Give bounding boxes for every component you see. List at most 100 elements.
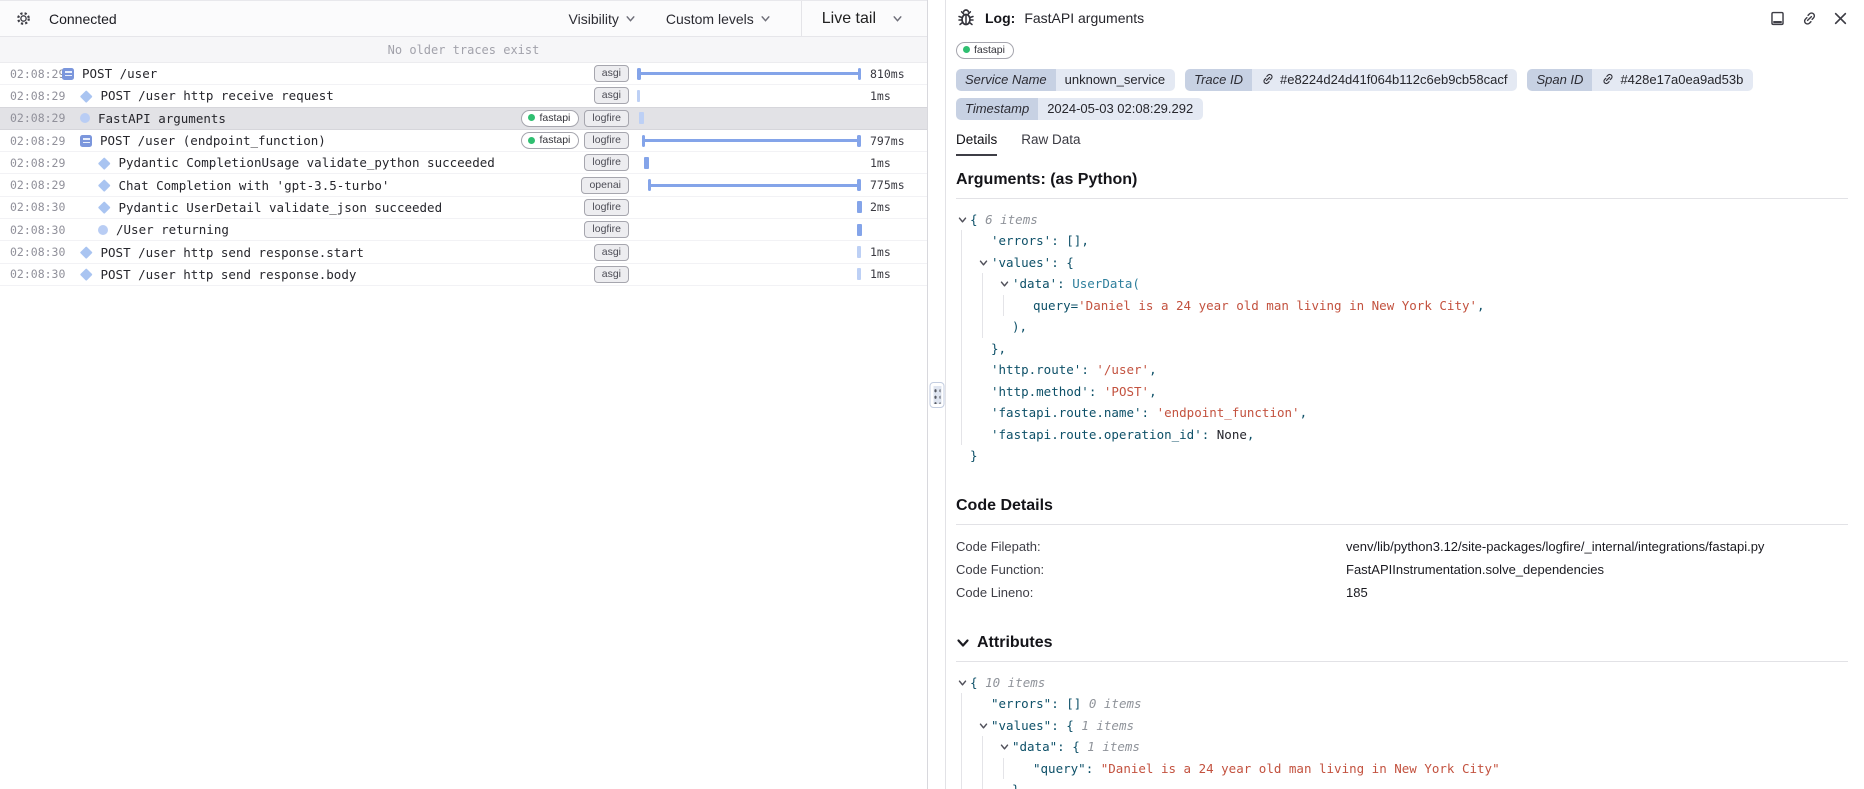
divider-line: [956, 198, 1848, 199]
chip-value: #428e17a0ea9ad53b: [1592, 69, 1753, 91]
trace-row[interactable]: 02:08:30 POST /user http send response.st…: [0, 241, 927, 263]
tree-line: 'fastapi.route.operation_id': None,: [956, 424, 1848, 446]
indent-guide: [982, 758, 983, 780]
divider-line: [956, 661, 1848, 662]
span-name: POST /user: [82, 66, 157, 81]
chevron-down-icon[interactable]: [957, 678, 968, 688]
scope-badge: asgi: [594, 65, 629, 82]
trace-row[interactable]: 02:08:29 Pydantic CompletionUsage validat…: [0, 152, 927, 174]
tree-line: "data": { 1 items: [956, 736, 1848, 758]
instant-duration-tick: [857, 224, 862, 236]
instant-duration-tick: [857, 246, 861, 258]
row-timestamp: 02:08:29: [10, 67, 62, 81]
settings-gear-button[interactable]: [15, 10, 32, 27]
row-timestamp: 02:08:30: [10, 245, 62, 259]
chevron-down-icon: [625, 13, 636, 24]
tab-details[interactable]: Details: [956, 132, 997, 156]
code-detail-row: Code Filepath:venv/lib/python3.12/site-p…: [956, 535, 1848, 558]
scope-badge: logfire: [584, 154, 629, 171]
scope-badge: logfire: [584, 221, 629, 238]
attributes-json-tree: { 10 items"errors": [] 0 items"values": …: [956, 672, 1848, 789]
circle-icon: [80, 113, 90, 123]
trace-row[interactable]: 02:08:29 Chat Completion with 'gpt-3.5-tu…: [0, 174, 927, 196]
detail-tabs: Details Raw Data: [956, 132, 1848, 156]
trace-row[interactable]: 02:08:29POST /user (endpoint_function)fa…: [0, 130, 927, 152]
fastapi-badge: fastapi: [521, 110, 579, 127]
log-title: FastAPI arguments: [1024, 10, 1144, 26]
code-detail-value: venv/lib/python3.12/site-packages/logfir…: [1346, 535, 1764, 558]
green-dot-icon: [963, 46, 970, 53]
meta-chip-timestamp: Timestamp2024-05-03 02:08:29.292: [956, 98, 1203, 120]
row-timestamp: 02:08:29: [10, 178, 62, 192]
row-badges: openai: [581, 177, 629, 194]
diamond-icon: [98, 157, 110, 169]
tab-raw-data[interactable]: Raw Data: [1021, 132, 1080, 156]
trace-row[interactable]: 02:08:30POST /user http send response.bo…: [0, 264, 927, 286]
circle-icon: [98, 225, 108, 235]
duration-label: 1ms: [861, 245, 927, 259]
indent-guide: [961, 230, 962, 252]
chevron-down-icon[interactable]: [978, 721, 989, 731]
chevron-down-icon[interactable]: [999, 279, 1010, 289]
chevron-down-icon[interactable]: [978, 258, 989, 268]
fastapi-badge: fastapi: [956, 42, 1014, 59]
chip-label: Service Name: [956, 69, 1056, 91]
span-name: Chat Completion with 'gpt-3.5-turbo': [119, 178, 390, 193]
chevron-down-icon[interactable]: [999, 742, 1010, 752]
code-details-table: Code Filepath:venv/lib/python3.12/site-p…: [956, 535, 1848, 604]
row-badges: fastapi logfire: [521, 110, 629, 127]
scope-pill-row: fastapi: [956, 40, 1848, 59]
no-older-traces-banner: No older traces exist: [0, 37, 927, 63]
span-name: FastAPI arguments: [98, 111, 226, 126]
row-timestamp: 02:08:29: [10, 156, 62, 170]
tree-line: },: [956, 338, 1848, 360]
scope-badge: asgi: [594, 87, 629, 104]
span-duration-bar: [637, 68, 861, 80]
duration-label: 775ms: [861, 178, 927, 192]
duration-track: [637, 111, 861, 125]
trace-row[interactable]: 02:08:30/User returninglogfire: [0, 219, 927, 241]
divider-drag-handle[interactable]: [929, 382, 944, 408]
row-badges: asgi: [594, 244, 629, 261]
visibility-label: Visibility: [569, 11, 619, 27]
chip-label: Trace ID: [1185, 69, 1252, 91]
duration-track: [637, 89, 861, 103]
scope-badge: logfire: [584, 110, 629, 127]
link-icon[interactable]: [1801, 10, 1818, 27]
indent-guide: [961, 402, 962, 424]
indent-guide: [961, 758, 962, 780]
custom-levels-dropdown[interactable]: Custom levels: [666, 11, 771, 27]
duration-label: 1ms: [861, 156, 927, 170]
duration-label: 810ms: [861, 67, 927, 81]
span-name: POST /user http send response.start: [101, 245, 364, 260]
trace-row[interactable]: 02:08:30Pydantic UserDetail validate_jso…: [0, 197, 927, 219]
tree-line: }: [956, 779, 1848, 789]
trace-row[interactable]: 02:08:29POST /user http receive requesta…: [0, 85, 927, 107]
tree-line: "values": { 1 items: [956, 715, 1848, 737]
live-tail-select[interactable]: Live tail: [801, 1, 927, 36]
meta-chip-trace-id[interactable]: Trace ID#e8224d24d41f064b112c6eb9cb58cac…: [1185, 69, 1517, 91]
chevron-down-icon[interactable]: [956, 636, 970, 650]
indent-guide: [961, 736, 962, 758]
meta-chip-span-id[interactable]: Span ID#428e17a0ea9ad53b: [1527, 69, 1753, 91]
chip-value: unknown_service: [1056, 69, 1175, 91]
indent-guide: [982, 779, 983, 789]
row-badges: asgi: [594, 87, 629, 104]
trace-row[interactable]: 02:08:29 POST /user asgi 810ms: [0, 63, 927, 85]
span-name: Pydantic CompletionUsage validate_python…: [119, 155, 495, 170]
row-badges: asgi: [594, 65, 629, 82]
row-badges: asgi: [594, 266, 629, 283]
close-icon[interactable]: [1833, 11, 1848, 26]
visibility-dropdown[interactable]: Visibility: [569, 11, 636, 27]
row-timestamp: 02:08:29: [10, 89, 62, 103]
fastapi-badge-label: fastapi: [974, 44, 1005, 56]
indent-guide: [1003, 295, 1004, 317]
logfire-live-view: Connected Visibility Custom levels Live …: [0, 0, 1864, 789]
row-timestamp: 02:08:30: [10, 200, 62, 214]
chevron-down-icon[interactable]: [957, 215, 968, 225]
panel-layout-icon[interactable]: [1769, 10, 1786, 27]
trace-row[interactable]: 02:08:29FastAPI argumentsfastapilogfire: [0, 108, 927, 130]
span-duration-bar: [642, 135, 861, 147]
duration-track: [637, 200, 861, 214]
row-timestamp: 02:08:30: [10, 223, 62, 237]
